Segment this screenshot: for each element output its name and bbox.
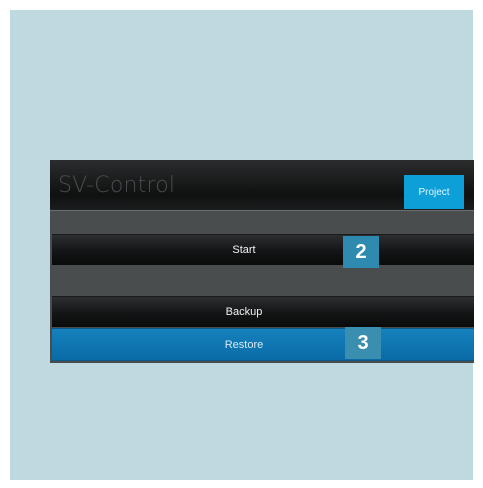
start-button[interactable]: Start (52, 234, 474, 265)
title-bar: SV-Control Project (50, 160, 474, 211)
illustration-frame: SV-Control Project Start Backup Restore … (10, 10, 474, 480)
app-screen: SV-Control Project Start Backup Restore … (50, 160, 474, 363)
callout-badge-start: 2 (343, 236, 379, 268)
backup-button-label: Backup (225, 305, 263, 318)
backup-button[interactable]: Backup (52, 296, 474, 327)
tab-project[interactable]: Project (404, 175, 464, 209)
app-title: SV-Control (58, 173, 176, 198)
callout-badge-restore: 3 (345, 327, 381, 359)
restore-button[interactable]: Restore (52, 328, 474, 361)
restore-button-label: Restore (224, 338, 264, 351)
start-button-label: Start (232, 243, 256, 256)
